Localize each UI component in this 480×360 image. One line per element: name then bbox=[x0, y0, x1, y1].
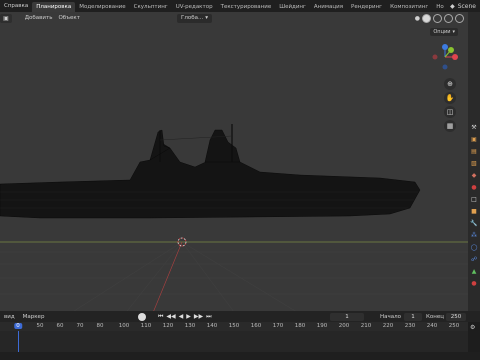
end-frame-label: Конец bbox=[426, 314, 444, 320]
menu-help[interactable]: Справка bbox=[0, 0, 32, 12]
play-reverse-icon[interactable]: ◀ bbox=[179, 313, 184, 321]
tab-more[interactable]: Но bbox=[432, 2, 448, 12]
scene-icon: ◆ bbox=[450, 2, 455, 10]
view-layer-tab-icon[interactable]: ▧ bbox=[469, 158, 479, 168]
scene-label: Scene bbox=[457, 2, 476, 10]
ruler-tick: 50 bbox=[36, 323, 44, 329]
collection-tab-icon[interactable]: □ bbox=[469, 194, 479, 204]
gizmo-neg-x-icon[interactable] bbox=[432, 54, 438, 60]
ruler-tick: 120 bbox=[162, 323, 174, 329]
object-tab-icon[interactable]: ■ bbox=[469, 206, 479, 216]
tab-shading[interactable]: Шейдинг bbox=[275, 2, 310, 12]
modifier-tab-icon[interactable]: 🔧 bbox=[469, 218, 479, 228]
next-keyframe-icon[interactable]: ▶▶ bbox=[194, 313, 203, 321]
ruler-tick: 140 bbox=[206, 323, 218, 329]
top-menu-bar: Справка Планировка Моделирование Скульпт… bbox=[0, 0, 480, 12]
tab-modeling[interactable]: Моделирование bbox=[75, 2, 129, 12]
tab-uv-editing[interactable]: UV-редактор bbox=[172, 2, 217, 12]
ruler-tick: 200 bbox=[338, 323, 350, 329]
constraints-tab-icon[interactable]: ☍ bbox=[469, 254, 479, 264]
ruler-tick: 100 bbox=[118, 323, 130, 329]
timeline-options-icon[interactable]: ⚙ bbox=[470, 324, 475, 331]
ship-wireframe bbox=[0, 124, 421, 219]
ruler-tick: 60 bbox=[56, 323, 64, 329]
tab-texture-paint[interactable]: Текстурирование bbox=[217, 2, 276, 12]
render-tab-icon[interactable]: ▣ bbox=[469, 134, 479, 144]
3d-viewport[interactable]: ▣ Добавить Объект Глоба... ▾ ● Опции ▾ ⊕… bbox=[0, 12, 468, 320]
scene-selector[interactable]: ◆ Scene bbox=[450, 3, 480, 10]
ruler-tick: 80 bbox=[96, 323, 104, 329]
ruler-tick: 190 bbox=[316, 323, 328, 329]
camera-view-icon[interactable]: ◫ bbox=[444, 106, 456, 118]
physics-tab-icon[interactable]: ◯ bbox=[469, 242, 479, 252]
ruler-tick: 250 bbox=[448, 323, 460, 329]
start-frame-label: Начало bbox=[380, 314, 402, 320]
ruler-tick: 130 bbox=[184, 323, 196, 329]
pan-hand-icon[interactable]: ✋ bbox=[444, 92, 456, 104]
play-icon[interactable]: ▶ bbox=[186, 313, 191, 321]
tool-tab-icon[interactable]: ⚒ bbox=[469, 122, 479, 132]
tab-compositing[interactable]: Композитинг bbox=[386, 2, 432, 12]
world-tab-icon[interactable]: ● bbox=[469, 182, 479, 192]
properties-tab-strip: ⚒ ▣ ▤ ▧ ◆ ● □ ■ 🔧 ⁂ ◯ ☍ ▲ ● bbox=[468, 12, 480, 320]
timeline-menu-view[interactable]: вид bbox=[0, 314, 19, 320]
current-frame-field[interactable]: 1 bbox=[330, 313, 364, 321]
y-axis-line bbox=[149, 241, 183, 320]
jump-end-icon[interactable]: ⏭ bbox=[206, 313, 211, 321]
gizmo-x-icon[interactable] bbox=[452, 54, 458, 60]
prev-keyframe-icon[interactable]: ◀◀ bbox=[166, 313, 175, 321]
ruler-tick: 70 bbox=[76, 323, 84, 329]
end-frame-field[interactable]: 250 bbox=[446, 313, 466, 321]
gizmo-y-icon[interactable] bbox=[448, 47, 454, 53]
ruler-tick: 180 bbox=[294, 323, 306, 329]
ruler-tick: 230 bbox=[404, 323, 416, 329]
ruler-tick: 220 bbox=[382, 323, 394, 329]
jump-start-icon[interactable]: ⏮ bbox=[158, 313, 163, 321]
playback-controls: ⏮ ◀◀ ◀ ▶ ▶▶ ⏭ bbox=[158, 313, 212, 321]
data-tab-icon[interactable]: ▲ bbox=[469, 266, 479, 276]
tab-sculpting[interactable]: Скульптинг bbox=[130, 2, 172, 12]
gizmo-z-icon[interactable] bbox=[442, 44, 448, 50]
navigation-gizmo[interactable] bbox=[430, 42, 460, 72]
zoom-icon[interactable]: ⊕ bbox=[444, 78, 456, 90]
status-bar bbox=[0, 352, 480, 360]
gizmo-neg-z-icon[interactable] bbox=[442, 64, 448, 70]
tab-rendering[interactable]: Рендеринг bbox=[347, 2, 386, 12]
ruler-tick: 240 bbox=[426, 323, 438, 329]
current-frame-indicator[interactable]: 0 bbox=[14, 323, 22, 329]
perspective-grid-icon[interactable]: ▦ bbox=[444, 120, 456, 132]
record-icon[interactable] bbox=[138, 313, 146, 321]
scene-tab-icon[interactable]: ◆ bbox=[469, 170, 479, 180]
frame-ruler[interactable]: 0 50 60 70 80 100 110 120 130 140 150 16… bbox=[0, 322, 468, 331]
ruler-tick: 160 bbox=[250, 323, 262, 329]
start-frame-field[interactable]: 1 bbox=[404, 313, 422, 321]
material-tab-icon[interactable]: ● bbox=[469, 278, 479, 288]
particles-tab-icon[interactable]: ⁂ bbox=[469, 230, 479, 240]
ruler-tick: 170 bbox=[272, 323, 284, 329]
timeline-menu-marker[interactable]: Маркер bbox=[19, 314, 49, 320]
tab-animation[interactable]: Анимация bbox=[310, 2, 347, 12]
ruler-tick: 110 bbox=[140, 323, 152, 329]
ruler-tick: 210 bbox=[360, 323, 372, 329]
tab-layout[interactable]: Планировка bbox=[32, 1, 76, 12]
ruler-tick: 150 bbox=[228, 323, 240, 329]
grid-floor bbox=[0, 241, 468, 320]
scene-canvas bbox=[0, 124, 468, 320]
output-tab-icon[interactable]: ▤ bbox=[469, 146, 479, 156]
